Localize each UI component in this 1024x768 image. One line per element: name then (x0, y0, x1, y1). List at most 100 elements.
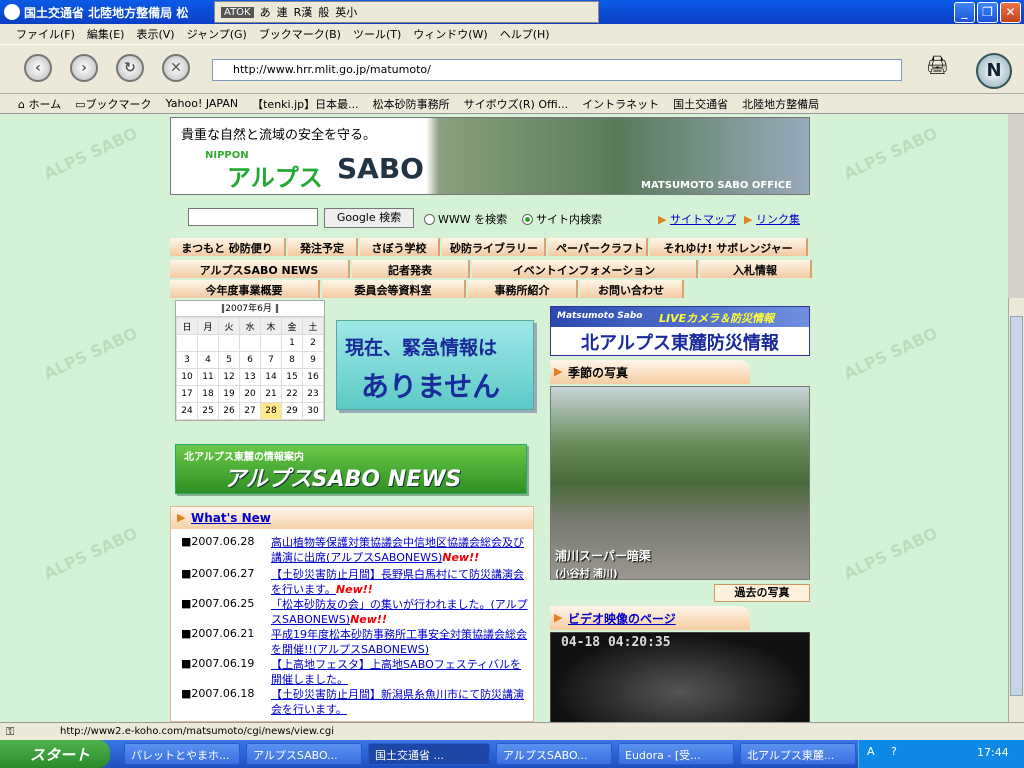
taskbar-button[interactable]: アルプスSABO... (496, 743, 612, 765)
calendar-day (239, 334, 261, 352)
taskbar-button[interactable]: パレットとやまホ... (124, 743, 240, 765)
back-icon[interactable]: ‹ (24, 54, 52, 82)
news-item: ■2007.06.21 平成19年度松本砂防事務所工事安全対策協議会総会を開催!… (181, 627, 531, 657)
atok-ime-bar[interactable]: ATOK あ 連 R漢 般 英小 (214, 1, 599, 23)
disaster-info-banner[interactable]: Matsumoto Sabo LIVEカメラ＆防災情報 北アルプス東麓防災情報 (550, 306, 810, 356)
news-link[interactable]: 平成19年度松本砂防事務所工事安全対策協議会総会を開催!!(アルプスSABONE… (271, 628, 527, 656)
links-link[interactable]: ▶ リンク集 (744, 211, 800, 227)
radio-site[interactable]: サイト内検索 (522, 211, 602, 227)
past-photos-button[interactable]: 過去の写真 (714, 584, 810, 602)
menu-file[interactable]: ファイル(F) (16, 26, 75, 42)
news-text[interactable]: 平成19年度松本砂防事務所工事安全対策協議会総会を開催!!(アルプスSABONE… (271, 627, 529, 657)
whats-new-title[interactable]: What's New (191, 511, 271, 525)
taskbar-button-active[interactable]: 国土交通省 ... (368, 743, 490, 765)
nav-tab-press[interactable]: 記者発表 (352, 260, 470, 278)
calendar-day: 22 (281, 385, 303, 403)
atok-mode-hiragana[interactable]: あ (260, 4, 271, 20)
nav-tab-papercraft[interactable]: ペーパークラフト (548, 238, 648, 256)
nav-tab-bid[interactable]: 入札情報 (700, 260, 812, 278)
search-input[interactable] (188, 208, 318, 226)
nav-tab-office[interactable]: 事務所紹介 (468, 280, 578, 298)
news-link[interactable]: 「松本砂防友の会」の集いが行われました。(アルプスSABONEWS) (271, 598, 528, 626)
menu-view[interactable]: 表示(V) (136, 26, 174, 42)
menu-edit[interactable]: 編集(E) (87, 26, 125, 42)
nav-tab-contact[interactable]: お問い合わせ (580, 280, 684, 298)
news-item: ■2007.06.28 高山植物等保護対策協議会中信地区協議会総会及び講演に出席… (181, 535, 531, 567)
nav-tab-saboranger[interactable]: それゆけ! サボレンジャー (650, 238, 808, 256)
menu-help[interactable]: ヘルプ(H) (500, 26, 550, 42)
taskbar-button[interactable]: Eudora - [受... (618, 743, 734, 765)
calendar-day: 18 (197, 385, 219, 403)
site-banner[interactable]: 貴重な自然と流域の安全を守る。 NIPPON アルプス SABO MATSUMO… (170, 117, 810, 195)
bookmark-folder[interactable]: ▭ブックマーク (75, 96, 151, 112)
forward-icon[interactable]: › (70, 54, 98, 82)
nav-tab-school[interactable]: さぼう学校 (360, 238, 440, 256)
print-icon[interactable]: 🖨 (926, 55, 954, 79)
news-text[interactable]: 「松本砂防友の会」の集いが行われました。(アルプスSABONEWS)New!! (271, 597, 529, 627)
calendar-week: 17 18 19 20 21 22 23 (176, 385, 324, 403)
atok-mode-ren[interactable]: 連 (277, 4, 288, 20)
bookmark-yahoo[interactable]: Yahoo! JAPAN (166, 97, 239, 110)
scrollbar-thumb[interactable] (1010, 316, 1023, 696)
nav-tab-library[interactable]: 砂防ライブラリー (442, 238, 546, 256)
close-button[interactable]: ✕ (1000, 2, 1021, 23)
bookmark-intranet[interactable]: イントラネット (582, 96, 659, 112)
news-link[interactable]: 【上高地フェスタ】上高地SABOフェスティバルを開催しました。 (271, 658, 521, 686)
menu-window[interactable]: ウィンドウ(W) (413, 26, 487, 42)
video-page-link[interactable]: ビデオ映像のページ (568, 610, 676, 627)
bookmark-cybozu[interactable]: サイボウズ(R) Offi... (464, 96, 569, 112)
acrobat-icon[interactable]: A (867, 745, 875, 758)
minimize-button[interactable]: _ (954, 2, 975, 23)
calendar-day: 19 (218, 385, 240, 403)
calendar-day: 15 (281, 368, 303, 386)
news-text[interactable]: 【上高地フェスタ】上高地SABOフェスティバルを開催しました。 (271, 657, 529, 687)
banner-alps: アルプス (227, 164, 323, 192)
calendar-week: 3456789 (176, 351, 324, 369)
bookmark-home[interactable]: ⌂ ホーム (18, 96, 61, 112)
window-titlebar[interactable]: 国土交通省 北陸地方整備局 松 ATOK あ 連 R漢 般 英小 _ ❐ ✕ (0, 0, 1024, 24)
google-search-button[interactable]: Google 検索 (324, 208, 414, 228)
vertical-scrollbar[interactable] (1008, 298, 1024, 722)
nav-tab-dayori[interactable]: まつもと 砂防便り (170, 238, 286, 256)
news-text[interactable]: 【土砂災害防止月間】長野県白馬村にて防災講演会を行います。New!! (271, 567, 529, 597)
taskbar-button[interactable]: アルプスSABO... (246, 743, 362, 765)
atok-mode-eisho[interactable]: 英小 (335, 4, 357, 20)
url-input[interactable]: http://www.hrr.mlit.go.jp/matumoto/ (212, 59, 902, 81)
nav-tab-event[interactable]: イベントインフォメーション (472, 260, 698, 278)
news-link[interactable]: 【土砂災害防止月間】新潟県糸魚川市にて防災講演会を行います。 (271, 688, 524, 716)
season-photo[interactable]: 浦川スーパー暗渠 (小谷村 浦川) (550, 386, 810, 580)
stop-icon[interactable]: ✕ (162, 54, 190, 82)
radio-www[interactable]: WWW を検索 (424, 211, 507, 227)
reload-icon[interactable]: ↻ (116, 54, 144, 82)
menu-tools[interactable]: ツール(T) (353, 26, 401, 42)
security-icon[interactable]: ⚿ (6, 725, 14, 739)
atok-mode-rkan[interactable]: R漢 (294, 4, 313, 20)
bookmark-matsumoto[interactable]: 松本砂防事務所 (373, 96, 450, 112)
netscape-logo-icon[interactable]: N (976, 53, 1012, 89)
news-link[interactable]: 高山植物等保護対策協議会中信地区協議会総会及び講演に出席(アルプスSABONEW… (271, 536, 524, 564)
bookmark-hokuriku[interactable]: 北陸地方整備局 (742, 96, 819, 112)
nav-tab-sabonews[interactable]: アルプスSABO NEWS (170, 260, 350, 278)
news-link[interactable]: 【土砂災害防止月間】長野県白馬村にて防災講演会を行います。 (271, 568, 524, 596)
help-icon[interactable]: ? (891, 745, 897, 758)
sitemap-link[interactable]: ▶ サイトマップ (658, 211, 736, 227)
link-label: サイトマップ (669, 213, 736, 226)
atok-mode-han[interactable]: 般 (318, 4, 329, 20)
start-button[interactable]: スタート (0, 740, 110, 768)
new-badge: New!! (350, 613, 387, 626)
bookmark-tenki[interactable]: 【tenki.jp】日本最... (252, 96, 359, 112)
atok-badge: ATOK (221, 6, 254, 18)
news-text[interactable]: 高山植物等保護対策協議会中信地区協議会総会及び講演に出席(アルプスSABONEW… (271, 535, 529, 565)
maximize-button[interactable]: ❐ (977, 2, 998, 23)
menu-go[interactable]: ジャンプ(G) (187, 26, 247, 42)
nav-tab-iinkai[interactable]: 委員会等資料室 (322, 280, 466, 298)
nav-tab-gaiyou[interactable]: 今年度事業概要 (170, 280, 320, 298)
news-date: ■2007.06.27 (181, 567, 255, 580)
nav-tab-hacchu[interactable]: 発注予定 (288, 238, 358, 256)
menu-bookmarks[interactable]: ブックマーク(B) (259, 26, 341, 42)
taskbar-button[interactable]: 北アルプス東麓... (740, 743, 856, 765)
bookmark-mlit[interactable]: 国土交通省 (673, 96, 728, 112)
sabo-news-banner[interactable]: 北アルプス東麓の情報案内 アルプスSABO NEWS (175, 444, 527, 494)
video-thumbnail[interactable]: 04-18 04:20:35 (550, 632, 810, 722)
news-text[interactable]: 【土砂災害防止月間】新潟県糸魚川市にて防災講演会を行います。 (271, 687, 529, 717)
